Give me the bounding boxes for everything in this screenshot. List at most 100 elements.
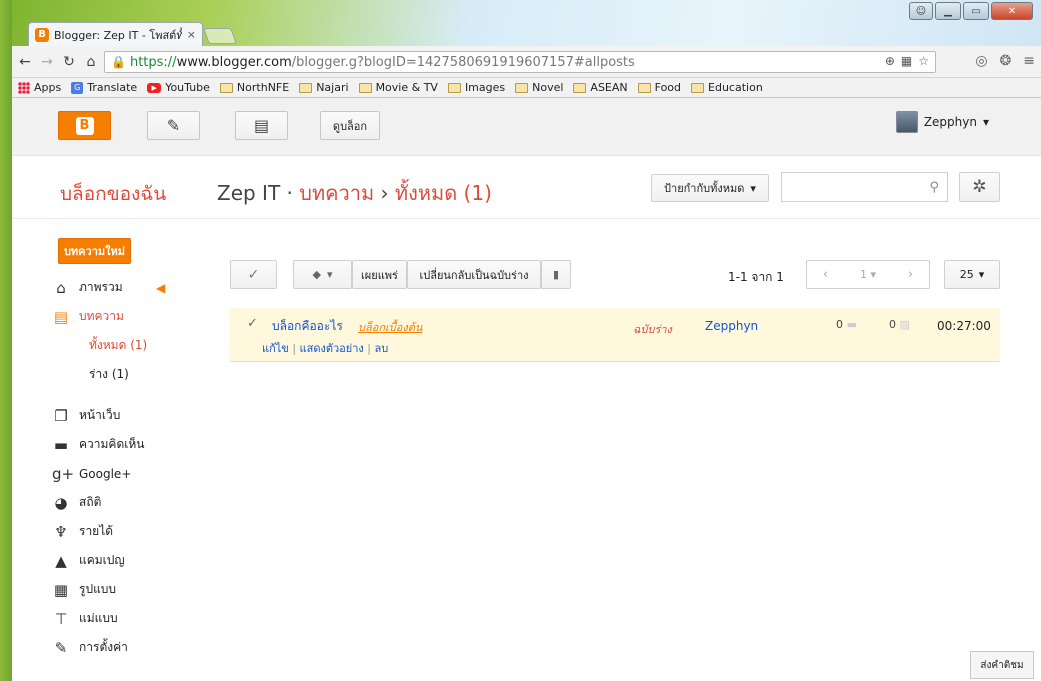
forward-icon[interactable]: → (38, 54, 56, 70)
sidebar-item-google-plus[interactable]: g+ Google+ (52, 459, 202, 488)
stats-icon: ◕ (54, 493, 68, 512)
post-label[interactable]: บล็อกเบื้องต้น (358, 318, 422, 336)
maximize-button[interactable]: ▭ (963, 2, 989, 20)
window-controls: ☺ ▁ ▭ ✕ (909, 2, 1033, 20)
sidebar-item-label: แม่แบบ (79, 611, 118, 625)
bookmark-food[interactable]: Food (637, 81, 681, 94)
folder-icon (299, 82, 313, 93)
pencil-icon: ✎ (166, 116, 181, 135)
post-checkbox[interactable]: ✓ (247, 316, 258, 331)
translate-page-icon[interactable]: ▦ (901, 54, 912, 68)
new-post-pencil-button[interactable]: ✎ (147, 111, 200, 140)
sidebar-subitem-all[interactable]: ทั้งหมด (1) (52, 331, 202, 360)
chevron-down-icon: ▾ (326, 268, 333, 281)
settings-gear-button[interactable]: ✲ (959, 172, 1000, 202)
url-scheme: https:// (129, 54, 177, 70)
extension-icon[interactable]: ◎ (975, 53, 987, 69)
home-icon[interactable]: ⌂ (82, 54, 100, 70)
folder-icon (691, 82, 705, 93)
extension-2-icon[interactable]: ❂ (1000, 53, 1012, 69)
sidebar-item-template[interactable]: ⊤ แม่แบบ (52, 604, 202, 633)
folder-icon (219, 82, 233, 93)
bookmark-northnfe[interactable]: NorthNFE (219, 81, 289, 94)
url-path: /blogger.g?blogID=1427580691919607157#al… (291, 54, 635, 70)
sidebar-item-posts[interactable]: ▤ บทความ (52, 302, 202, 331)
sidebar-subitem-drafts[interactable]: ร่าง (1) (52, 360, 202, 389)
sidebar-item-campaigns[interactable]: ▲ แคมเปญ (52, 546, 202, 575)
bookmark-images[interactable]: Images (447, 81, 505, 94)
sidebar-item-earnings[interactable]: ♆ รายได้ (52, 517, 202, 546)
close-window-button[interactable]: ✕ (991, 2, 1033, 20)
post-author[interactable]: Zepphyn (705, 319, 758, 333)
search-input[interactable]: ⚲ (781, 172, 948, 202)
bookmark-najari[interactable]: Najari (299, 81, 349, 94)
my-blogs-link[interactable]: บล็อกของฉัน (60, 179, 166, 209)
tab-close-icon[interactable]: × (187, 28, 196, 41)
sidebar-item-settings[interactable]: ✎ การตั้งค่า (52, 633, 202, 662)
breadcrumb-all: ทั้งหมด (1) (394, 181, 492, 205)
sidebar-item-label: Google+ (79, 466, 132, 481)
labels-dropdown-label: ป้ายกำกับทั้งหมด (664, 182, 745, 195)
address-bar[interactable]: 🔒 https://www.blogger.com/blogger.g?blog… (104, 51, 936, 73)
bookmark-movie-tv[interactable]: Movie & TV (358, 81, 438, 94)
new-tab-button[interactable] (203, 28, 237, 44)
sidebar-item-pages[interactable]: ❐ หน้าเว็บ (52, 401, 202, 430)
bookmark-translate[interactable]: G Translate (71, 81, 137, 94)
reload-icon[interactable]: ↻ (60, 54, 78, 70)
label-button[interactable]: ◆ ▾ (293, 260, 352, 289)
post-time: 00:27:00 (937, 319, 991, 333)
breadcrumb-posts[interactable]: บทความ (299, 181, 374, 205)
bookmark-asean[interactable]: ASEAN (573, 81, 628, 94)
gear-icon: ✲ (972, 177, 987, 197)
chevron-left-icon[interactable]: ‹ (823, 267, 828, 282)
user-icon[interactable]: ☺ (909, 2, 933, 20)
browser-tab[interactable]: B Blogger: Zep IT - โพสต์ทั้งห × (28, 22, 203, 46)
publish-button[interactable]: เผยแพร่ (352, 260, 407, 289)
sidebar-item-overview[interactable]: ⌂ ภาพรวม ◀ (52, 273, 202, 302)
new-post-button[interactable]: บทความใหม่ (58, 238, 131, 264)
edit-link[interactable]: แก้ไข (262, 342, 289, 355)
back-icon[interactable]: ← (16, 54, 34, 70)
sidebar-item-layout[interactable]: ▦ รูปแบบ (52, 575, 202, 604)
sidebar-item-label: รูปแบบ (79, 582, 117, 596)
campaigns-icon: ▲ (55, 551, 67, 570)
bookmark-youtube[interactable]: ▶ YouTube (147, 81, 210, 94)
preview-link[interactable]: แสดงตัวอย่าง (300, 342, 364, 355)
per-page-dropdown[interactable]: 25 ▾ (944, 260, 1000, 289)
bookmark-education[interactable]: Education (691, 81, 763, 94)
post-title[interactable]: บล็อกคืออะไร (272, 317, 343, 336)
blogger-page: B ✎ ▤ ดูบล็อก Zepphyn ▾ บล็อกของฉัน Zep … (12, 98, 1041, 681)
menu-icon[interactable]: ≡ (1023, 53, 1035, 69)
feedback-button[interactable]: ส่งคำติชม (970, 651, 1034, 679)
blog-name: Zep IT (217, 181, 281, 205)
labels-dropdown[interactable]: ป้ายกำกับทั้งหมด ▾ (651, 174, 769, 202)
delete-link[interactable]: ลบ (374, 342, 388, 355)
revert-to-draft-button[interactable]: เปลี่ยนกลับเป็นฉบับร่าง (407, 260, 541, 289)
bookmark-apps[interactable]: Apps (18, 81, 61, 94)
minimize-button[interactable]: ▁ (935, 2, 961, 20)
window-left-border (0, 0, 12, 681)
page-select[interactable]: 1 ▾ (860, 268, 876, 281)
delete-button[interactable]: ▮ (541, 260, 571, 289)
breadcrumb: Zep IT · บทความ › ทั้งหมด (1) (217, 177, 492, 209)
pagination-text: 1-1 จาก 1 (728, 270, 784, 284)
view-blog-button[interactable]: ดูบล็อก (320, 111, 380, 140)
blogger-home-button[interactable]: B (58, 111, 111, 140)
posts-list-button[interactable]: ▤ (235, 111, 288, 140)
bookmarks-bar: Apps G Translate ▶ YouTube NorthNFE Najari… (12, 78, 1041, 98)
bookmark-novel[interactable]: Novel (515, 81, 563, 94)
account-name: Zepphyn (923, 115, 977, 129)
per-page-value: 25 (959, 268, 974, 281)
chevron-right-icon[interactable]: › (908, 267, 913, 282)
zoom-icon[interactable]: ⊕ (885, 54, 895, 68)
select-all-checkbox[interactable]: ✓ (230, 260, 277, 289)
account-menu[interactable]: Zepphyn ▾ (895, 111, 989, 133)
lock-icon: 🔒 (111, 55, 126, 69)
bookmark-star-icon[interactable]: ☆ (918, 54, 929, 68)
sidebar-item-label: ความคิดเห็น (79, 437, 145, 451)
browser-toolbar: ← → ↻ ⌂ 🔒 https://www.blogger.com/blogge… (12, 46, 1041, 78)
sidebar-item-comments[interactable]: ▬ ความคิดเห็น (52, 430, 202, 459)
table-row[interactable]: ✓ บล็อกคืออะไร บล็อกเบื้องต้น แก้ไข | แส… (230, 308, 1000, 362)
search-icon[interactable]: ⚲ (929, 180, 939, 195)
sidebar-item-stats[interactable]: ◕ สถิติ (52, 488, 202, 517)
